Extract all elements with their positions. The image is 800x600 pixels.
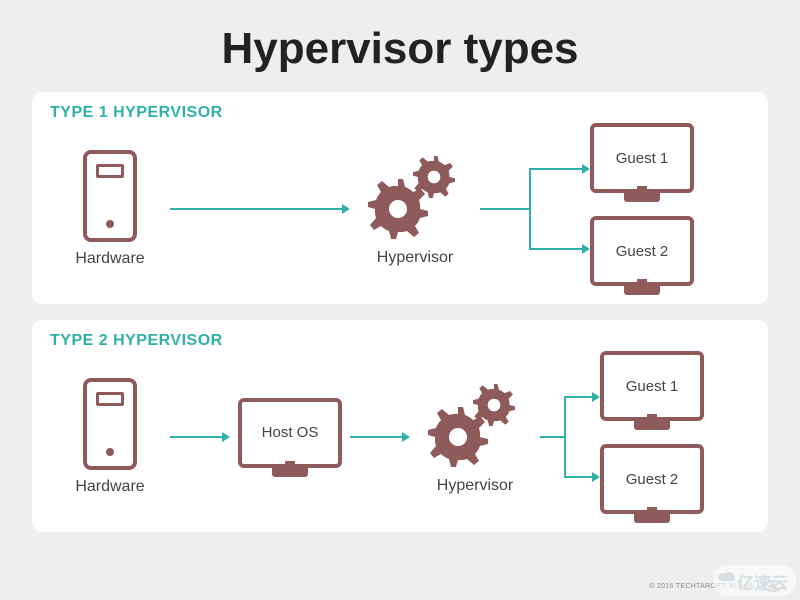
node-hardware: Hardware: [50, 150, 170, 268]
monitor-stand-icon: [634, 420, 670, 430]
monitor-stand-icon: [634, 513, 670, 523]
node-host-os: Host OS: [230, 398, 350, 477]
node-hypervisor: Hypervisor: [350, 151, 480, 267]
node-guest2: Guest 2: [590, 216, 694, 295]
arrow-icon: [170, 427, 230, 447]
guest-stack: Guest 1 Guest 2: [590, 123, 694, 295]
gears-icon: [420, 379, 530, 469]
label-hypervisor: Hypervisor: [377, 249, 453, 267]
panel-heading-type1: TYPE 1 HYPERVISOR: [50, 104, 750, 122]
node-guest1: Guest 1: [590, 123, 694, 202]
monitor-icon: Guest 2: [600, 444, 704, 514]
panel-heading-type2: TYPE 2 HYPERVISOR: [50, 332, 750, 350]
monitor-icon: Guest 2: [590, 216, 694, 286]
monitor-icon: Guest 1: [600, 351, 704, 421]
arrow-branch-icon: [540, 362, 600, 512]
panel-type2: TYPE 2 HYPERVISOR Hardware Host OS: [32, 320, 768, 532]
computer-tower-icon: [83, 150, 137, 242]
label-hypervisor: Hypervisor: [437, 477, 513, 495]
node-hardware: Hardware: [50, 378, 170, 496]
monitor-icon: Host OS: [238, 398, 342, 468]
arrow-icon: [350, 427, 410, 447]
panel-type1: TYPE 1 HYPERVISOR Hardware: [32, 92, 768, 304]
monitor-stand-icon: [624, 285, 660, 295]
watermark: 亿速云: [713, 565, 796, 596]
label-host-os: Host OS: [262, 424, 319, 441]
computer-tower-icon: [83, 378, 137, 470]
monitor-stand-icon: [624, 192, 660, 202]
monitor-icon: Guest 1: [590, 123, 694, 193]
page-title: Hypervisor types: [0, 0, 800, 92]
monitor-stand-icon: [272, 467, 308, 477]
node-hypervisor: Hypervisor: [410, 379, 540, 495]
gears-icon: [360, 151, 470, 241]
node-guest2: Guest 2: [600, 444, 704, 523]
arrow-branch-icon: [480, 134, 590, 284]
label-guest2: Guest 2: [626, 471, 679, 488]
guest-stack: Guest 1 Guest 2: [600, 351, 704, 523]
label-hardware: Hardware: [75, 250, 144, 268]
watermark-text: 亿速云: [737, 569, 788, 594]
cloud-icon: [717, 567, 737, 587]
label-guest1: Guest 1: [626, 378, 679, 395]
label-guest1: Guest 1: [616, 150, 669, 167]
arrow-icon: [170, 199, 350, 219]
node-guest1: Guest 1: [600, 351, 704, 430]
label-guest2: Guest 2: [616, 243, 669, 260]
label-hardware: Hardware: [75, 478, 144, 496]
